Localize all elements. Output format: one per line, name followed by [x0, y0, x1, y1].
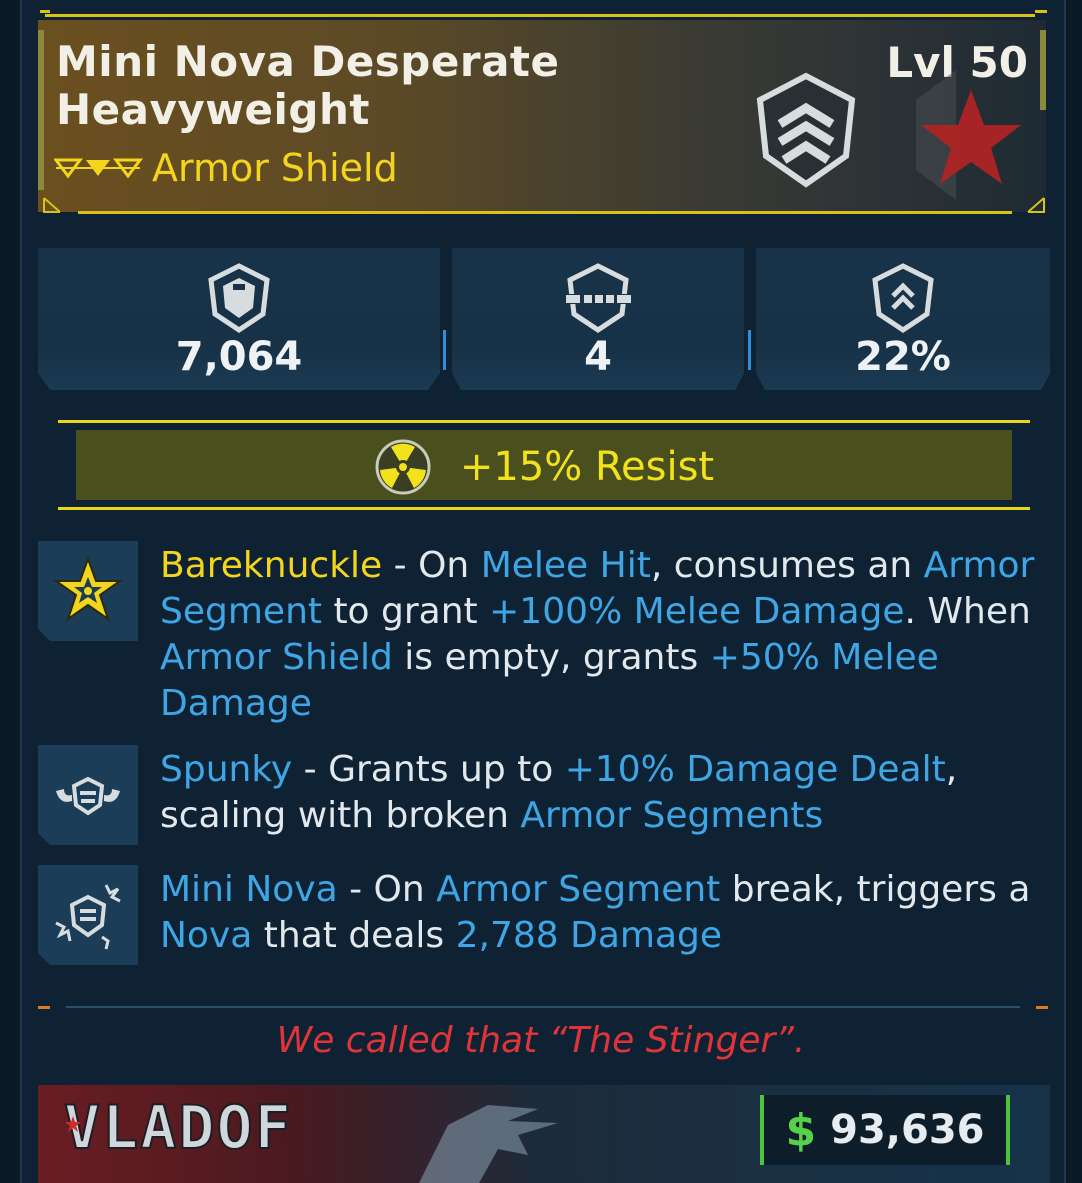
perk-text: is empty, grants [392, 637, 710, 678]
spunky-flex-icon [56, 776, 120, 816]
element-resist-box: +15% Resist [58, 420, 1030, 510]
perk-description: Bareknuckle - On Melee Hit, consumes an … [160, 543, 1048, 727]
perk-text: On [418, 545, 481, 586]
price-box: $ 93,636 [760, 1095, 1010, 1165]
perk-icon-box [38, 541, 138, 641]
stat-capacity-value: 7,064 [175, 334, 303, 380]
perk-keyword: Armor Segment [436, 869, 721, 910]
item-type: Armor Shield [152, 146, 398, 190]
perk-keyword: Armor Segments [520, 795, 824, 836]
perk-sep: - [337, 869, 374, 910]
item-price: 93,636 [830, 1107, 985, 1153]
perk-text: to grant [322, 591, 490, 632]
shield-capacity-icon [208, 263, 270, 334]
perk-icon-box [38, 865, 138, 965]
resist-bottom-rule [58, 507, 1030, 510]
perk-keyword: +100% Melee Damage [489, 591, 905, 632]
mini-nova-burst-icon [55, 884, 121, 950]
top-rule [45, 14, 1035, 17]
perk-name: Bareknuckle [160, 545, 383, 586]
item-name: Mini Nova Desperate Heavyweight [56, 37, 560, 134]
manufacturer-star-icon [65, 1116, 81, 1132]
item-footer: VLADOF $ 93,636 [38, 1085, 1050, 1183]
perk-name: Mini Nova [160, 869, 338, 910]
corner-marker-right [1027, 197, 1045, 213]
perk-text: On [373, 869, 437, 910]
header-accent-left [38, 30, 44, 190]
perk-icon-box [38, 745, 138, 845]
corner-marker-left [43, 197, 61, 213]
flavor-rule [66, 1006, 1020, 1008]
vladof-star-emblem [916, 70, 1021, 200]
resist-text: +15% Resist [459, 444, 715, 490]
perk-description: Mini Nova - On Armor Segment break, trig… [160, 867, 1048, 959]
perk-name: Spunky [160, 749, 293, 790]
perk-text: . When [904, 591, 1031, 632]
resist-top-rule [58, 420, 1030, 423]
perk-keyword: Nova [160, 915, 253, 956]
header-rule [78, 211, 1012, 214]
perk-text: , consumes an [650, 545, 924, 586]
stat-recharge: 22% [756, 248, 1050, 390]
armor-shield-icon [756, 72, 856, 188]
recharge-rate-icon [872, 263, 934, 334]
item-type-row: Armor Shield [54, 146, 398, 190]
stat-separator [443, 330, 446, 370]
stat-recharge-value: 22% [855, 334, 951, 380]
item-header: Mini Nova Desperate Heavyweight Lvl 50 A… [38, 20, 1046, 212]
stat-segments-value: 4 [584, 334, 612, 380]
bareknuckle-star-icon [52, 556, 124, 622]
perk-text: break, triggers a [720, 869, 1031, 910]
currency-icon: $ [785, 1104, 817, 1156]
radiation-icon [375, 439, 431, 495]
armor-segments-icon [564, 263, 632, 334]
perk-keyword: 2,788 Damage [455, 915, 723, 956]
perk-description: Spunky - Grants up to +10% Damage Dealt,… [160, 747, 1048, 839]
perk-sep: - [292, 749, 329, 790]
rarity-chevrons-icon [54, 158, 143, 179]
perk-keyword: Armor Shield [160, 637, 393, 678]
top-tick-left [40, 10, 50, 13]
manufacturer-logo: VLADOF [63, 1092, 293, 1164]
stat-capacity: 7,064 [38, 248, 440, 390]
top-tick-right [1035, 10, 1047, 13]
stat-separator [748, 330, 751, 370]
perk-keyword: Melee Hit [480, 545, 651, 586]
flavor-tick-right [1036, 1006, 1048, 1009]
stat-row: 7,064 4 22% [38, 248, 1050, 390]
stat-segments: 4 [452, 248, 744, 390]
perk-text: Grants up to [328, 749, 565, 790]
perk-keyword: +10% Damage Dealt [564, 749, 946, 790]
perk-sep: - [382, 545, 419, 586]
resist-content: +15% Resist [58, 438, 1030, 496]
perk-text: that deals [252, 915, 456, 956]
flavor-text: We called that “The Stinger”. [276, 1020, 806, 1061]
eagle-emblem-icon [419, 1105, 558, 1183]
flavor-tick-left [38, 1006, 50, 1009]
